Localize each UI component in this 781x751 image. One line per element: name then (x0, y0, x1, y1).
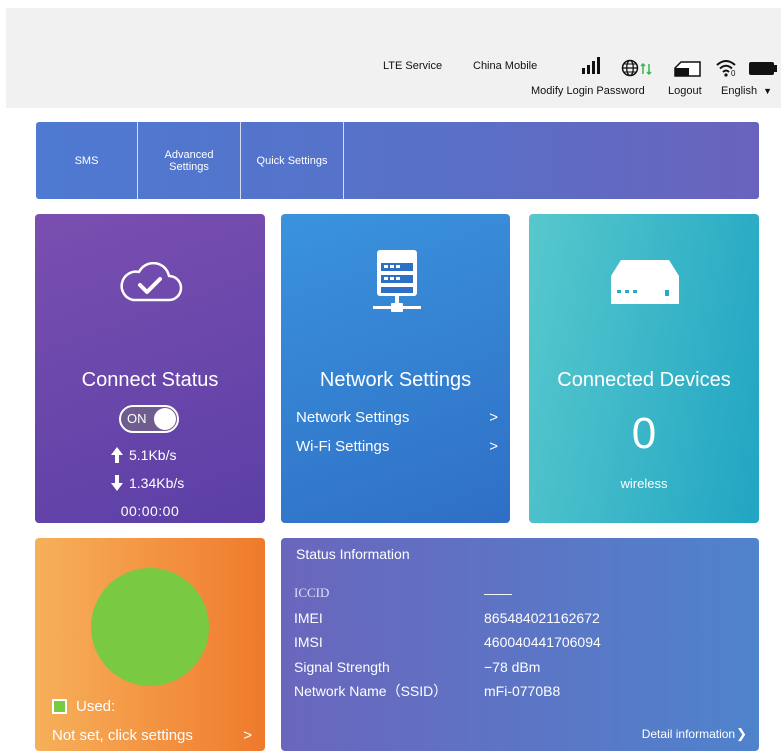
link-label: Wi-Fi Settings (296, 438, 390, 455)
router-device-icon (611, 260, 679, 304)
connect-status-title: Connect Status (81, 369, 219, 391)
nav-item-advanced-settings[interactable]: Advanced Settings (138, 122, 241, 199)
language-select[interactable]: English ▼ (721, 85, 772, 97)
used-label: Used: (76, 698, 116, 715)
server-network-icon (373, 250, 421, 312)
status-key: IMEI (294, 609, 323, 626)
globe-icon (621, 59, 639, 77)
top-header: LTE Service China Mobile 0 Modify Login … (6, 8, 781, 108)
upload-speed-value: 5.1Kb/s (129, 447, 177, 463)
chevron-right-icon: > (243, 727, 252, 744)
status-key: ICCID (294, 585, 330, 601)
toggle-label: ON (127, 411, 147, 426)
connected-devices-card[interactable]: Connected Devices 0 wireless (529, 214, 759, 523)
status-key: Signal Strength (294, 658, 390, 675)
usage-settings-link[interactable]: Not set, click settings > (52, 727, 252, 744)
detail-information-label: Detail information (641, 727, 736, 741)
toggle-knob (154, 408, 176, 430)
status-table: ICCID —— IMEI 865484021162672 IMSI 46004… (294, 581, 734, 704)
network-settings-link[interactable]: Network Settings > (296, 409, 498, 426)
arrow-up-icon (111, 447, 123, 463)
link-label: Network Settings (296, 409, 410, 426)
router-dashboard: LTE Service China Mobile 0 Modify Login … (0, 0, 781, 751)
carrier-label: China Mobile (473, 60, 538, 72)
chevron-right-icon: > (489, 438, 498, 455)
network-settings-card: Network Settings Network Settings > Wi-F… (281, 214, 510, 523)
status-value: —— (484, 585, 512, 602)
detail-information-link[interactable]: Detail information ❯ (642, 726, 747, 742)
nav-item-sms[interactable]: SMS (36, 122, 138, 199)
data-usage-card: Used: Not set, click settings > (35, 538, 265, 751)
chevron-right-icon: > (489, 409, 498, 426)
battery-icon (749, 62, 777, 75)
chevron-down-icon: ▼ (763, 86, 773, 96)
device-count: 0 (631, 409, 657, 458)
usage-settings-label: Not set, click settings (52, 727, 193, 744)
status-row-ssid: Network Name（SSID） mFi-0770B8 (294, 679, 734, 704)
status-key: Network Name（SSID） (294, 683, 448, 700)
download-speed-value: 1.34Kb/s (129, 475, 185, 491)
status-information-card: Status Information ICCID —— IMEI 8654840… (281, 538, 759, 751)
status-key: IMSI (294, 634, 323, 651)
usage-circle-chart (91, 568, 209, 686)
connected-devices-title: Connected Devices (557, 369, 731, 391)
main-nav: SMS Advanced Settings Quick Settings (36, 122, 759, 199)
status-row-imsi: IMSI 460040441706094 (294, 630, 734, 655)
network-settings-title: Network Settings (319, 369, 472, 391)
used-legend-swatch (52, 699, 67, 714)
wifi-settings-link[interactable]: Wi-Fi Settings > (296, 438, 498, 455)
status-row-imei: IMEI 865484021162672 (294, 606, 734, 631)
status-information-title: Status Information (296, 546, 410, 562)
lte-service-label: LTE Service (383, 60, 443, 72)
connection-duration: 00:00:00 (120, 503, 180, 519)
connection-toggle[interactable]: ON (119, 405, 179, 433)
nav-item-quick-settings[interactable]: Quick Settings (241, 122, 344, 199)
sim-card-icon (674, 61, 701, 77)
data-transfer-icon (640, 63, 652, 75)
wifi-client-count: 0 (731, 69, 736, 78)
upload-speed: 5.1Kb/s (111, 447, 176, 463)
modify-password-link[interactable]: Modify Login Password (531, 85, 645, 97)
signal-strength-icon (582, 57, 600, 74)
status-value: −78 dBm (484, 658, 541, 675)
cloud-check-icon (120, 262, 183, 302)
status-value: 865484021162672 (484, 609, 600, 626)
logout-link[interactable]: Logout (668, 85, 702, 97)
status-value: mFi-0770B8 (484, 683, 561, 700)
used-legend: Used: (52, 698, 115, 715)
status-row-iccid: ICCID —— (294, 581, 734, 606)
device-type-label: wireless (620, 476, 668, 491)
download-speed: 1.34Kb/s (111, 475, 184, 491)
connect-status-card: Connect Status ON 5.1Kb/s 1.34Kb/s 00:00… (35, 214, 265, 523)
nav-item-label: Quick Settings (256, 154, 328, 167)
nav-item-label: SMS (74, 154, 99, 167)
arrow-down-icon (111, 475, 123, 491)
status-value: 460040441706094 (484, 634, 601, 651)
language-value: English (721, 85, 758, 97)
status-row-signal: Signal Strength −78 dBm (294, 655, 734, 680)
nav-item-label: Advanced Settings (164, 148, 214, 173)
chevron-right-icon: ❯ (736, 726, 747, 741)
